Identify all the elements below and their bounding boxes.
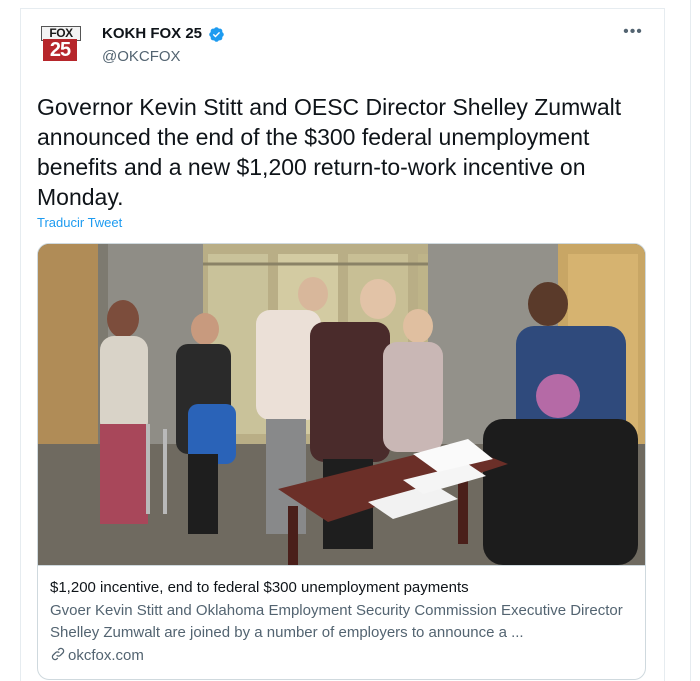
card-domain: okcfox.com	[50, 646, 144, 666]
link-icon	[51, 647, 65, 661]
avatar[interactable]: FOX 25	[39, 23, 83, 67]
card-image[interactable]	[38, 244, 645, 565]
avatar-logo-number: 25	[43, 39, 77, 61]
translate-tweet-link[interactable]: Traducir Tweet	[37, 214, 122, 232]
account-handle[interactable]: @OKCFOX	[102, 47, 181, 67]
card-domain-text: okcfox.com	[68, 647, 144, 664]
card-description: Gvoer Kevin Stitt and Oklahoma Employmen…	[50, 602, 623, 641]
display-name[interactable]: KOKH FOX 25	[102, 24, 202, 44]
card-photo	[38, 244, 645, 565]
verified-badge-icon	[209, 27, 224, 42]
more-horizontal-icon: •••	[623, 23, 643, 40]
adjacent-column-edge	[690, 0, 700, 681]
more-options-button[interactable]: •••	[622, 22, 644, 42]
tweet-text: Governor Kevin Stitt and OESC Director S…	[37, 94, 622, 210]
link-preview-card[interactable]: $1,200 incentive, end to federal $300 un…	[37, 243, 646, 680]
card-meta[interactable]: $1,200 incentive, end to federal $300 un…	[38, 565, 645, 679]
card-title: $1,200 incentive, end to federal $300 un…	[50, 579, 469, 596]
